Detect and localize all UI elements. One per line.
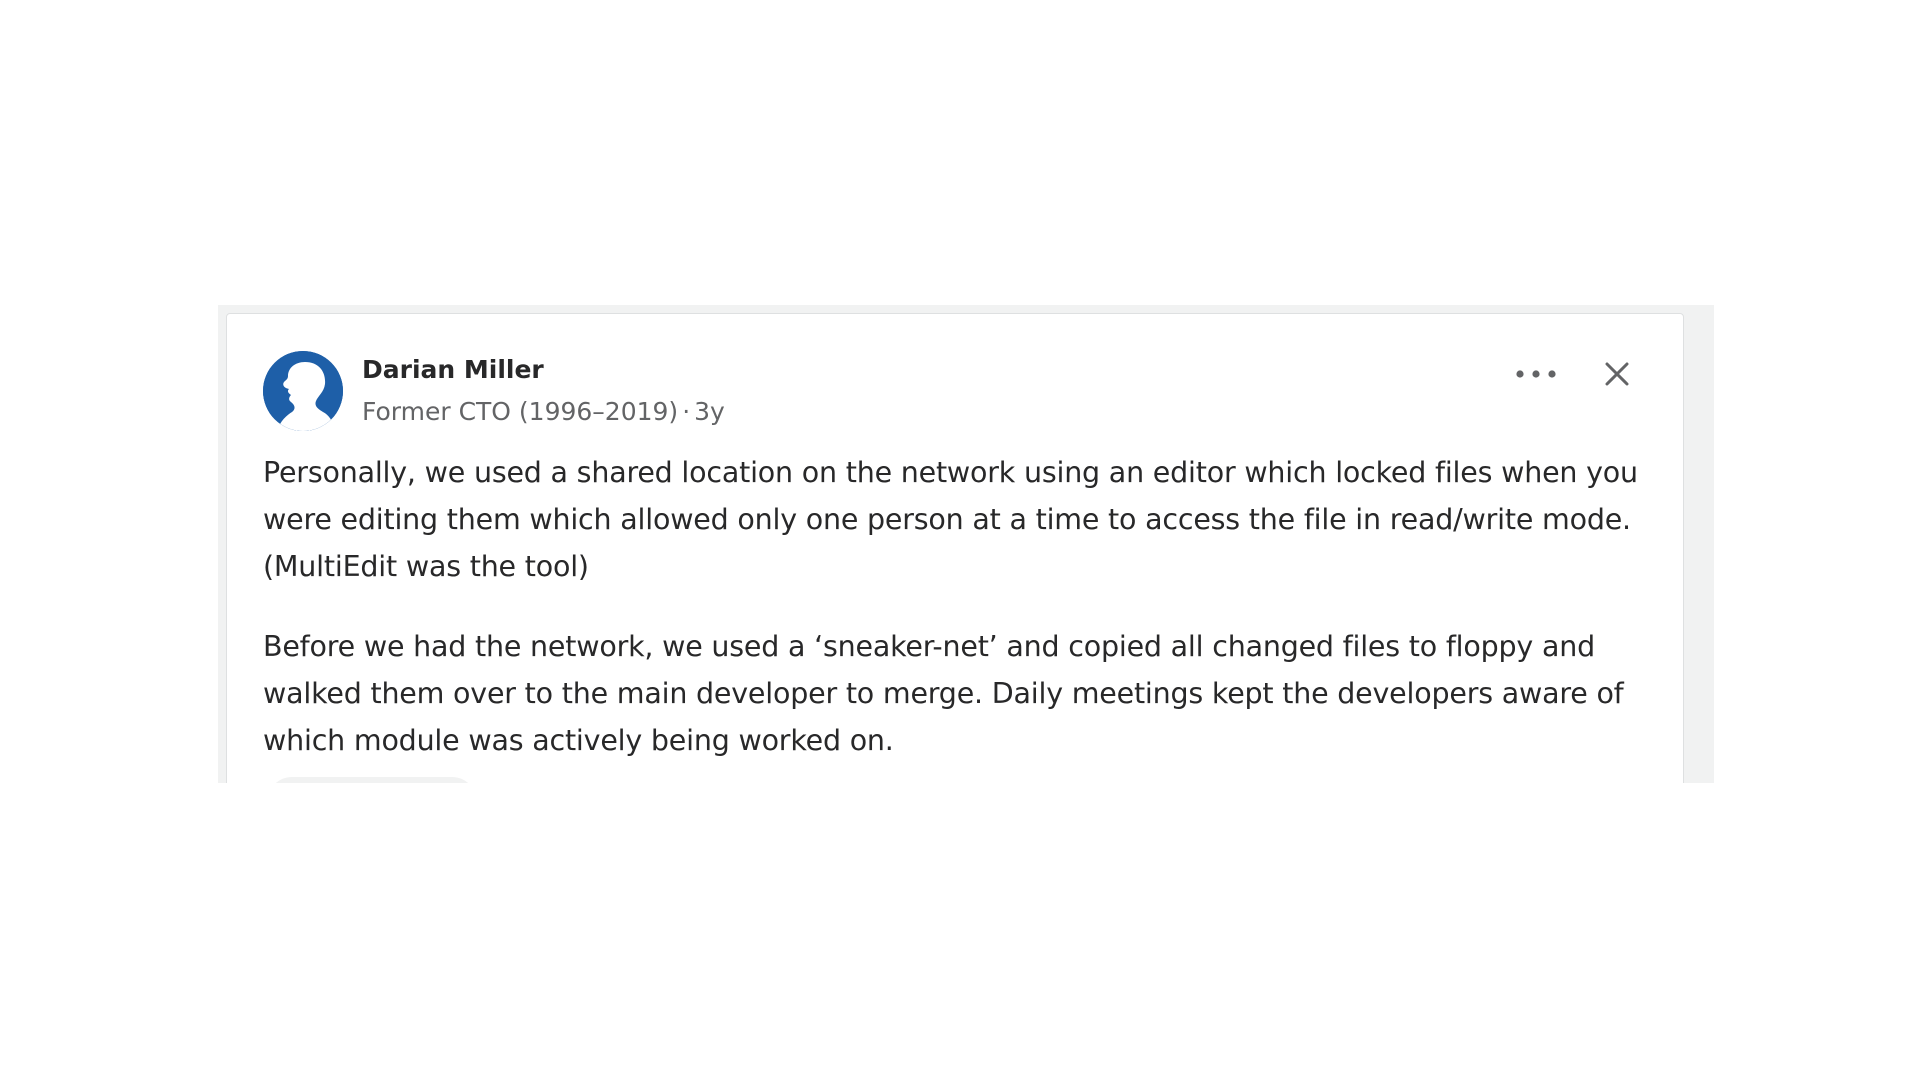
answer-paragraph: Before we had the network, we used a ‘sn…: [263, 630, 1624, 757]
answer-card: Darian Miller Former CTO (1996–2019) · 3y …: [226, 313, 1684, 783]
more-options-button[interactable]: [1509, 352, 1563, 396]
action-pill-button[interactable]: [267, 777, 477, 783]
answer-viewport: Darian Miller Former CTO (1996–2019) · 3y …: [218, 305, 1714, 783]
answer-body: Personally, we used a shared location on…: [263, 449, 1655, 783]
answer-timestamp[interactable]: 3y: [694, 397, 725, 426]
author-credential[interactable]: Former CTO (1996–2019): [362, 397, 678, 426]
close-icon: [1605, 362, 1629, 386]
close-button[interactable]: [1595, 352, 1639, 396]
credential-separator: ·: [682, 397, 691, 426]
author-avatar[interactable]: [263, 351, 343, 431]
more-options-icon: [1516, 370, 1556, 378]
author-name[interactable]: Darian Miller: [362, 355, 544, 385]
answer-paragraph: Personally, we used a shared location on…: [263, 456, 1638, 583]
default-user-avatar-icon: [263, 351, 343, 431]
author-credential-line: Former CTO (1996–2019) · 3y: [362, 397, 725, 427]
